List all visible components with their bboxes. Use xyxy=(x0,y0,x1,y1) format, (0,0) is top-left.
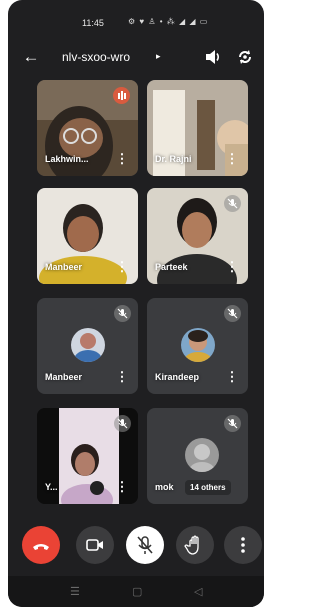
participant-tile-parteek[interactable]: Parteek ⋮ xyxy=(147,188,248,284)
avatar xyxy=(185,438,219,472)
switch-camera-icon[interactable] xyxy=(234,46,256,68)
mic-off-icon xyxy=(114,415,131,432)
mic-off-icon xyxy=(114,305,131,322)
status-icons: ⚙ ♥ ♙ • ⁂ ◢ ◢ ▭ xyxy=(128,17,209,26)
mic-off-icon xyxy=(224,195,241,212)
status-time: 11:45 xyxy=(82,18,104,28)
participant-tile-y[interactable]: Y... ⋮ xyxy=(37,408,138,504)
participant-tile-lakhwinder[interactable]: Lakhwin... ⋮ xyxy=(37,80,138,176)
participant-tile-manbeer-avatar[interactable]: Manbeer ⋮ xyxy=(37,298,138,394)
participant-name: Kirandeep xyxy=(155,372,200,382)
end-call-button[interactable] xyxy=(22,526,60,564)
back-icon[interactable]: ◁ xyxy=(194,585,202,598)
recents-icon[interactable]: ☰ xyxy=(70,585,80,598)
more-vert-icon[interactable]: ⋮ xyxy=(225,151,239,167)
participant-name: Y... xyxy=(45,482,58,492)
camera-button[interactable] xyxy=(76,526,114,564)
home-icon[interactable]: ▢ xyxy=(132,585,142,598)
participant-tile-others[interactable]: mok 14 others xyxy=(147,408,248,504)
back-arrow-icon[interactable]: ← xyxy=(20,46,42,68)
avatar xyxy=(181,328,215,362)
participant-name: Manbeer xyxy=(45,372,83,382)
others-count-badge[interactable]: 14 others xyxy=(185,480,231,495)
more-options-button[interactable] xyxy=(224,526,262,564)
call-controls xyxy=(8,518,264,574)
status-bar: 11:45 ⚙ ♥ ♙ • ⁂ ◢ ◢ ▭ xyxy=(8,0,264,38)
system-navigation-bar: ☰ ▢ ◁ xyxy=(8,576,264,607)
more-vert-icon[interactable]: ⋮ xyxy=(115,259,129,275)
raise-hand-button[interactable] xyxy=(176,526,214,564)
participant-name: Lakhwin... xyxy=(45,154,89,164)
more-vert-icon[interactable]: ⋮ xyxy=(225,369,239,385)
participant-name: Manbeer xyxy=(45,262,83,272)
meet-screen: 11:45 ⚙ ♥ ♙ • ⁂ ◢ ◢ ▭ ← nlv-sxoo-wro ▸ L… xyxy=(8,0,264,607)
participant-name: Parteek xyxy=(155,262,188,272)
mic-off-icon xyxy=(224,415,241,432)
participant-tile-kirandeep[interactable]: Kirandeep ⋮ xyxy=(147,298,248,394)
more-vert-icon[interactable]: ⋮ xyxy=(225,259,239,275)
microphone-button[interactable] xyxy=(126,526,164,564)
participant-tile-manbeer-video[interactable]: Manbeer ⋮ xyxy=(37,188,138,284)
participant-name: Dr. Rajni xyxy=(155,154,192,164)
speaking-indicator-icon xyxy=(113,87,130,104)
more-vert-icon[interactable]: ⋮ xyxy=(115,479,129,495)
mic-off-icon xyxy=(224,305,241,322)
more-vert-icon[interactable]: ⋮ xyxy=(115,369,129,385)
app-bar: ← nlv-sxoo-wro ▸ xyxy=(8,40,264,80)
participant-name: mok xyxy=(155,482,174,492)
avatar xyxy=(71,328,105,362)
participant-tile-dr-rajni[interactable]: Dr. Rajni ⋮ xyxy=(147,80,248,176)
meeting-code[interactable]: nlv-sxoo-wro xyxy=(62,50,130,64)
more-vert-icon[interactable]: ⋮ xyxy=(115,151,129,167)
speaker-icon[interactable] xyxy=(202,46,224,68)
chevron-right-icon[interactable]: ▸ xyxy=(156,51,161,62)
